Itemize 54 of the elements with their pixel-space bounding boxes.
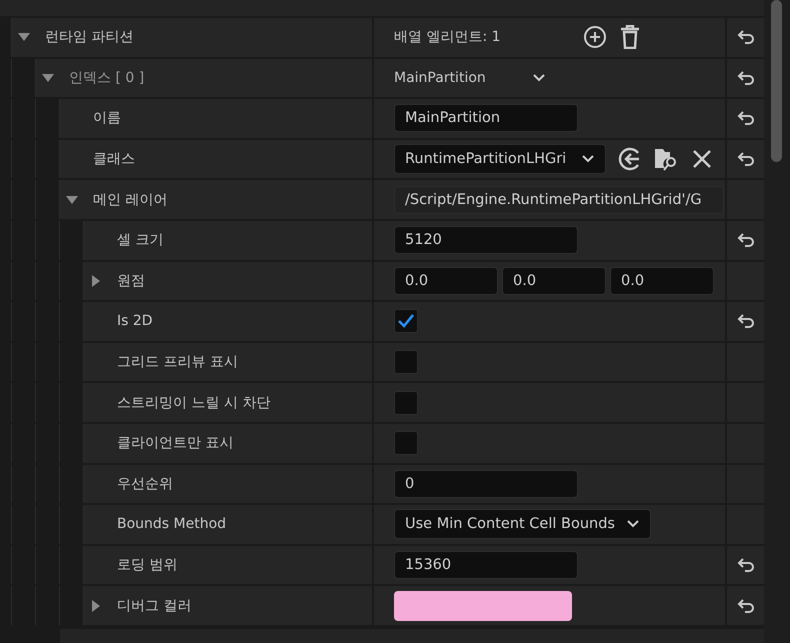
reset-arrow-icon[interactable] <box>736 111 754 126</box>
reset-arrow-icon[interactable] <box>736 598 754 613</box>
collapse-arrow-icon[interactable] <box>42 72 54 84</box>
array-count: 배열 엘리먼트: 1 <box>394 28 501 46</box>
dropdown[interactable]: Use Min Content Cell Bounds <box>394 509 651 540</box>
property-label: 원점 <box>117 272 145 290</box>
reset-arrow-icon[interactable] <box>736 314 754 328</box>
arrow-left-circle-icon[interactable] <box>618 147 642 172</box>
dropdown[interactable]: MainPartition <box>394 70 546 86</box>
property-label: 셀 크기 <box>117 231 164 250</box>
input-field[interactable]: 5120 <box>394 226 578 254</box>
input-field[interactable]: 0.0 <box>394 266 498 295</box>
checkbox[interactable] <box>394 350 418 374</box>
scrollbar-thumb[interactable] <box>771 0 782 162</box>
collapse-arrow-icon[interactable] <box>66 194 78 206</box>
reset-arrow-icon[interactable] <box>736 558 754 572</box>
expand-arrow-icon[interactable] <box>90 274 102 287</box>
input-field[interactable]: 0.0 <box>610 266 714 295</box>
property-label: Is 2D <box>117 313 153 330</box>
input-field[interactable]: 0 <box>394 470 578 498</box>
add-icon[interactable] <box>582 25 607 50</box>
input-field[interactable]: 0.0 <box>502 266 606 295</box>
path-field[interactable]: /Script/Engine.RuntimePartitionLHGrid'/G <box>394 186 724 214</box>
property-label: Bounds Method <box>117 516 226 532</box>
checkbox[interactable] <box>394 309 418 334</box>
trash-icon[interactable] <box>618 25 641 50</box>
property-label: 런타임 파티션 <box>45 28 134 46</box>
property-label: 클래스 <box>93 150 135 168</box>
chevron-down-icon <box>532 72 546 83</box>
property-label: 그리드 프리뷰 표시 <box>117 353 238 372</box>
property-label: 우선순위 <box>117 474 173 493</box>
close-icon[interactable] <box>692 149 712 170</box>
reset-arrow-icon[interactable] <box>736 152 754 166</box>
checkbox[interactable] <box>394 431 418 456</box>
property-label: 클라이언트만 표시 <box>117 434 234 452</box>
property-label: 디버그 컬러 <box>117 596 192 615</box>
reset-arrow-icon[interactable] <box>736 70 754 85</box>
chevron-down-icon <box>581 154 595 164</box>
color-swatch[interactable] <box>394 590 572 621</box>
reset-arrow-icon[interactable] <box>736 30 754 44</box>
property-label: 이름 <box>93 109 121 128</box>
property-label: 스트리밍이 느릴 시 차단 <box>117 394 270 412</box>
input-field[interactable]: 15360 <box>394 551 578 580</box>
checkmark-icon <box>398 314 414 328</box>
property-label: 메인 레이어 <box>93 190 168 209</box>
reset-arrow-icon[interactable] <box>736 233 754 248</box>
collapse-arrow-icon[interactable] <box>18 31 30 44</box>
input-field[interactable]: MainPartition <box>394 104 578 132</box>
property-label: 로딩 범위 <box>117 556 178 574</box>
checkbox[interactable] <box>394 390 418 415</box>
expand-arrow-icon[interactable] <box>90 600 102 612</box>
property-label: 인덱스 [ 0 ] <box>69 68 144 87</box>
chevron-down-icon <box>626 519 640 530</box>
class-dropdown[interactable]: RuntimePartitionLHGri <box>394 144 606 174</box>
